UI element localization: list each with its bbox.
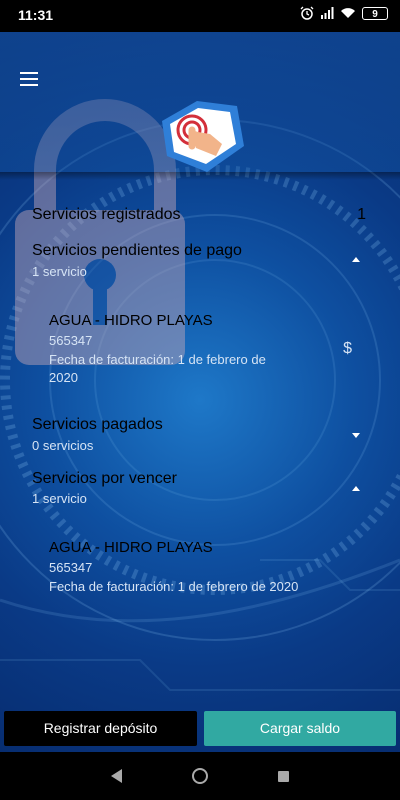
back-icon[interactable] [111, 769, 122, 783]
registered-services-title: Servicios registrados [32, 206, 181, 223]
signal-icon [321, 7, 334, 19]
recent-apps-icon[interactable] [278, 771, 289, 782]
wifi-icon [341, 8, 355, 18]
app-logo [162, 101, 244, 172]
status-time: 11:31 [18, 7, 54, 23]
pending-services-count: 1 servicio [32, 264, 87, 279]
header-shadow [0, 172, 400, 180]
system-nav-bar [0, 752, 400, 800]
app-screen: 11:31 9 Servicios registrados 1 Servicio… [0, 0, 400, 800]
pending-collapse-caret-icon[interactable] [352, 257, 360, 262]
registered-services-count: 1 [357, 206, 366, 223]
paid-expand-caret-icon[interactable] [352, 433, 360, 438]
due-item-date: Fecha de facturación: 1 de febrero de 20… [49, 579, 299, 594]
pending-services-title[interactable]: Servicios pendientes de pago [32, 242, 242, 260]
pending-item-date-line2: 2020 [49, 370, 78, 385]
due-item-name[interactable]: AGUA - HIDRO PLAYAS [49, 539, 213, 556]
register-deposit-button[interactable]: Registrar depósito [4, 711, 197, 746]
due-item-code: 565347 [49, 560, 93, 575]
alarm-icon [300, 6, 314, 20]
load-balance-button[interactable]: Cargar saldo [204, 711, 396, 746]
app-header [0, 32, 400, 172]
paid-services-title[interactable]: Servicios pagados [32, 416, 163, 434]
hamburger-menu-icon[interactable] [20, 72, 38, 86]
paid-services-count: 0 servicios [32, 438, 94, 453]
status-icons: 9 [300, 6, 388, 20]
pay-dollar-icon[interactable]: $ [343, 340, 352, 358]
pending-item-date-line1: Fecha de facturación: 1 de febrero de [49, 352, 266, 367]
due-services-title[interactable]: Servicios por vencer [32, 470, 177, 488]
pending-item-date: Fecha de facturación: 1 de febrero de 20… [49, 351, 266, 387]
due-collapse-caret-icon[interactable] [352, 486, 360, 491]
pending-item-code: 565347 [49, 333, 93, 348]
pending-item-name[interactable]: AGUA - HIDRO PLAYAS [49, 312, 213, 329]
status-bar: 11:31 9 [0, 0, 400, 32]
home-icon[interactable] [192, 768, 208, 784]
due-services-count: 1 servicio [32, 491, 87, 506]
battery-icon: 9 [362, 6, 388, 20]
